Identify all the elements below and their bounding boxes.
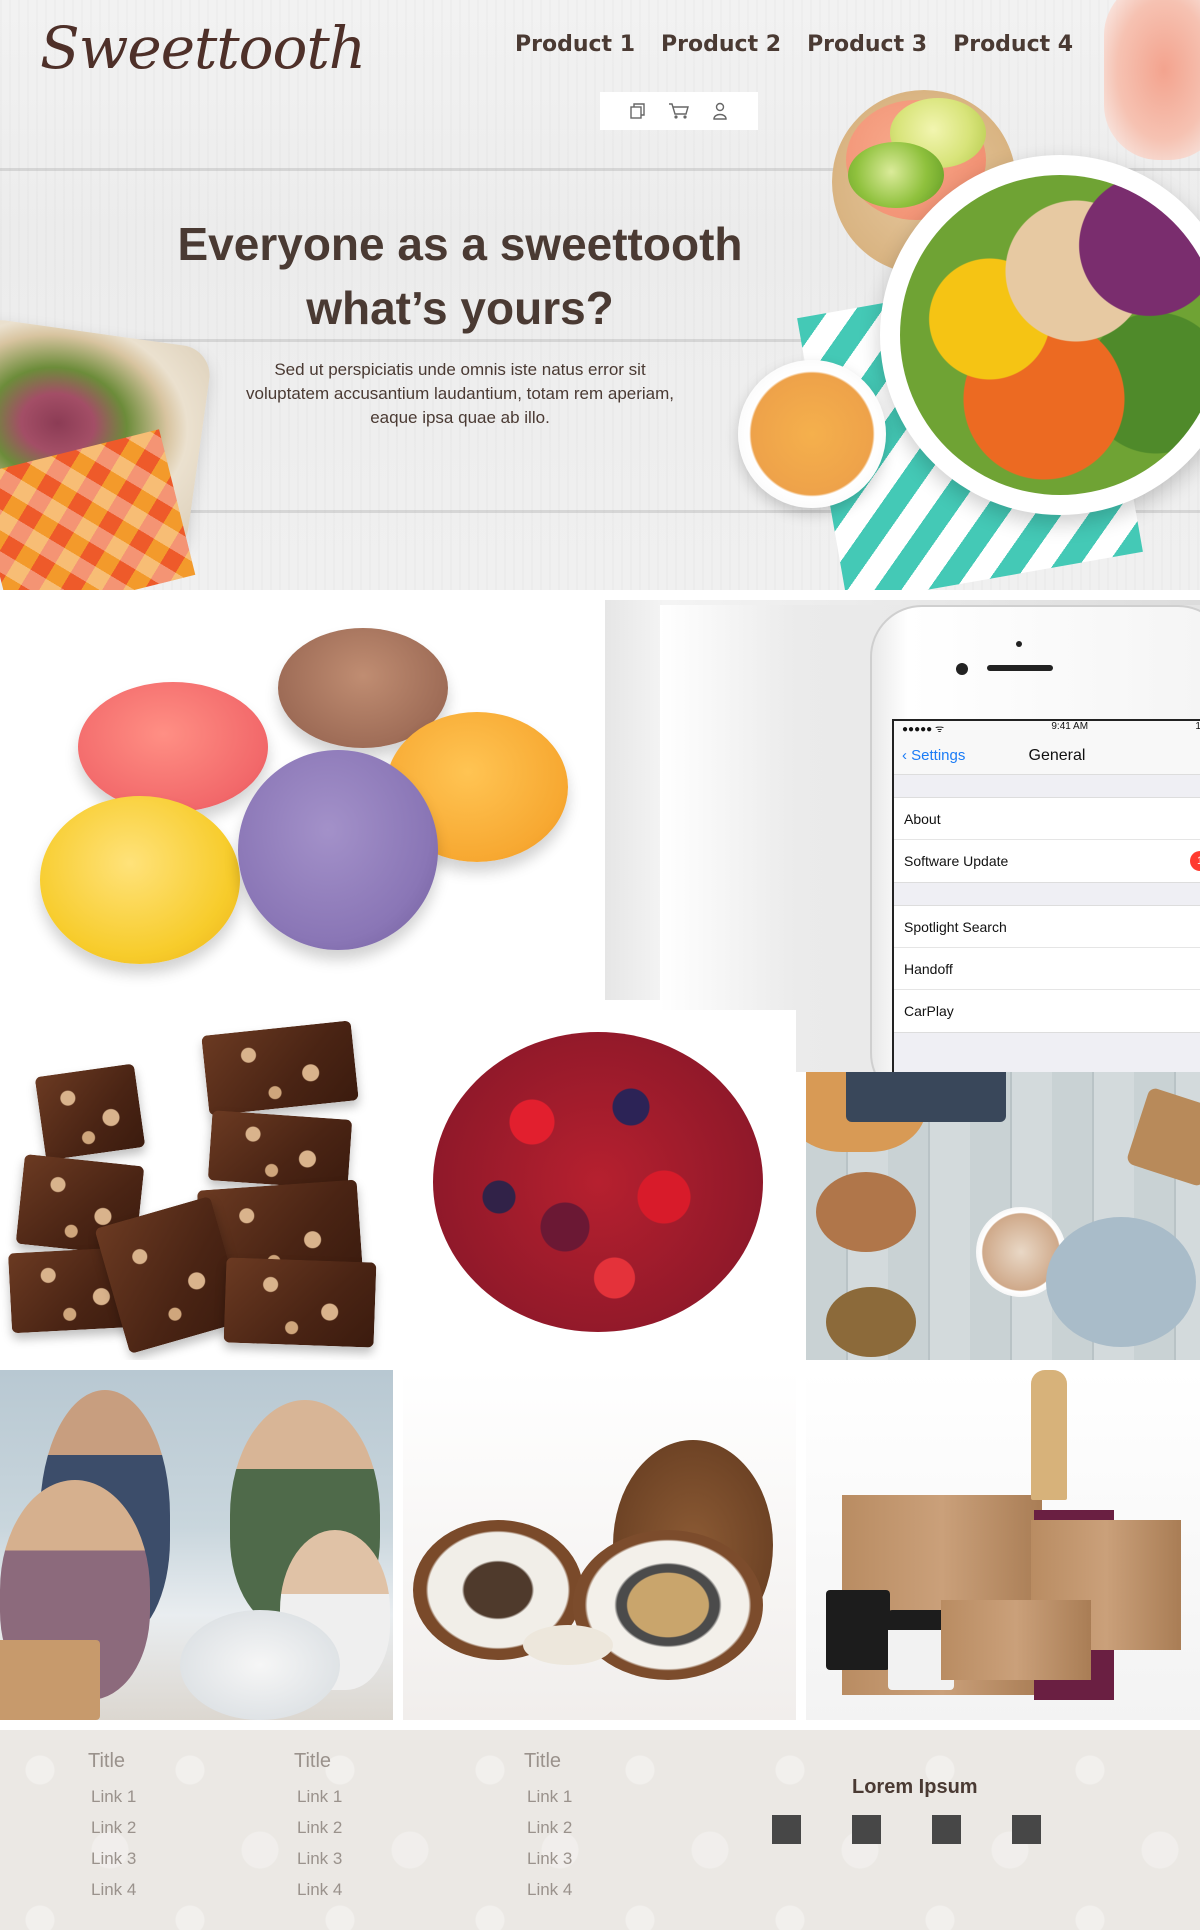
settings-row-label: Software Update [904, 853, 1009, 869]
main-nav: Product 1 Product 2 Product 3 Product 4 [515, 32, 1073, 57]
berry-tart-image[interactable] [403, 1010, 796, 1360]
social-icon-1[interactable] [772, 1815, 801, 1844]
footer-link[interactable]: Link 2 [524, 1812, 572, 1843]
header-icon-bar [600, 92, 758, 130]
footer-link[interactable]: Link 4 [88, 1874, 136, 1905]
coconut-image[interactable] [403, 1370, 796, 1720]
nav-product-1[interactable]: Product 1 [515, 32, 635, 57]
status-signal: ●●●●● ᯤ [902, 724, 945, 735]
salad-contents-image [900, 175, 1200, 495]
spices-pastries-image[interactable] [806, 1072, 1200, 1360]
phone-screen: ●●●●● ᯤ 9:41 AM 100 ‹ Settings General A… [892, 719, 1200, 1072]
hero-title: Everyone as a sweettooth what’s yours? [160, 212, 760, 340]
brownie-piece [207, 1110, 353, 1190]
settings-group-2: Spotlight Search Handoff CarPlay [894, 905, 1200, 1033]
footer-column-1: Title Link 1 Link 2 Link 3 Link 4 [88, 1750, 136, 1905]
settings-row-about: About [894, 798, 1200, 840]
settings-row-label: About [904, 810, 941, 827]
baguette [1031, 1370, 1067, 1500]
hero-title-line-2: what’s yours? [306, 282, 614, 334]
footer-link[interactable]: Link 1 [524, 1781, 572, 1812]
gift-box [1125, 1086, 1200, 1188]
drink-glass-image [1104, 0, 1200, 160]
tray [846, 1072, 1006, 1122]
phone-body: ●●●●● ᯤ 9:41 AM 100 ‹ Settings General A… [870, 605, 1200, 1072]
phone-nav-bar: ‹ Settings General [894, 737, 1200, 775]
berry-tart [433, 1032, 763, 1332]
nav-product-4[interactable]: Product 4 [953, 32, 1073, 57]
footer-column-title: Title [88, 1750, 126, 1772]
brownie-piece [34, 1063, 146, 1161]
social-icon-4[interactable] [1012, 1815, 1041, 1844]
nav-product-3[interactable]: Product 3 [807, 32, 927, 57]
footer-column-title: Title [524, 1750, 562, 1772]
status-time: 9:41 AM [1051, 721, 1089, 732]
footer-link[interactable]: Link 4 [294, 1874, 342, 1905]
social-icon-2[interactable] [852, 1815, 881, 1844]
cart-icon[interactable] [668, 100, 690, 122]
status-battery: 100 [1195, 721, 1200, 732]
phone-speaker [987, 665, 1053, 671]
nav-product-2[interactable]: Product 2 [661, 32, 781, 57]
settings-group-1: About Software Update 1 [894, 797, 1200, 883]
brownie-piece [201, 1020, 359, 1116]
mixing-bowl [180, 1610, 340, 1720]
footer-column-3: Title Link 1 Link 2 Link 3 Link 4 [524, 1750, 572, 1905]
footer-link[interactable]: Link 3 [524, 1843, 572, 1874]
sweettooth-logo[interactable]: Sweettooth [40, 14, 366, 82]
footer-link[interactable]: Link 1 [294, 1781, 342, 1812]
phone-sensor [1016, 641, 1022, 647]
settings-row-label: CarPlay [904, 1003, 954, 1019]
settings-row-label: Handoff [904, 960, 953, 977]
footer-link[interactable]: Link 3 [88, 1843, 136, 1874]
settings-row-carplay: CarPlay [894, 990, 1200, 1032]
phone-status-bar: ●●●●● ᯤ 9:41 AM 100 [894, 721, 1200, 737]
takeaway-bags-image[interactable] [806, 1370, 1200, 1720]
macarons-image[interactable] [0, 600, 605, 1000]
settings-row-spotlight: Spotlight Search [894, 906, 1200, 948]
coffee-cup-black [826, 1590, 890, 1670]
social-icon-3[interactable] [932, 1815, 961, 1844]
macaron-yellow [40, 796, 240, 964]
coconut-flakes [523, 1625, 613, 1665]
footer-link[interactable]: Link 4 [524, 1874, 572, 1905]
settings-row-label: Spotlight Search [904, 918, 1007, 935]
phone-screen-title: General [1028, 746, 1086, 764]
settings-row-handoff: Handoff [894, 948, 1200, 990]
spice-bowl [816, 1172, 916, 1252]
family-baking-image[interactable] [0, 1370, 393, 1720]
footer-column-title: Title [294, 1750, 332, 1772]
update-badge: 1 [1190, 851, 1200, 871]
user-icon[interactable] [709, 100, 731, 122]
footer-link[interactable]: Link 3 [294, 1843, 342, 1874]
lime-image [848, 142, 944, 208]
sandwich-bag [941, 1600, 1091, 1680]
footer-column-2: Title Link 1 Link 2 Link 3 Link 4 [294, 1750, 342, 1905]
footer-link[interactable]: Link 2 [88, 1812, 136, 1843]
macaron-purple [238, 750, 438, 950]
settings-row-software-update: Software Update 1 [894, 840, 1200, 882]
wooden-box [0, 1640, 100, 1720]
phone-camera [956, 663, 968, 675]
footer-link[interactable]: Link 1 [88, 1781, 136, 1812]
macaron-pink [78, 682, 268, 812]
footer-link[interactable]: Link 2 [294, 1812, 342, 1843]
sauce-dish-image [738, 360, 886, 508]
hero-subtitle: Sed ut perspiciatis unde omnis iste natu… [245, 360, 675, 427]
copy-icon[interactable] [627, 100, 649, 122]
brownie-piece [223, 1257, 377, 1348]
hero-title-line-1: Everyone as a sweettooth [177, 218, 743, 270]
cookie-plate [1046, 1217, 1196, 1347]
phone-image[interactable]: ●●●●● ᯤ 9:41 AM 100 ‹ Settings General A… [660, 605, 1200, 1072]
social-links [772, 1815, 1041, 1844]
footer-lorem-heading: Lorem Ipsum [852, 1776, 978, 1798]
hero-banner: Sweettooth Product 1 Product 2 Product 3… [0, 0, 1200, 590]
seeds-bowl [826, 1287, 916, 1357]
brownies-image[interactable] [0, 1010, 393, 1360]
